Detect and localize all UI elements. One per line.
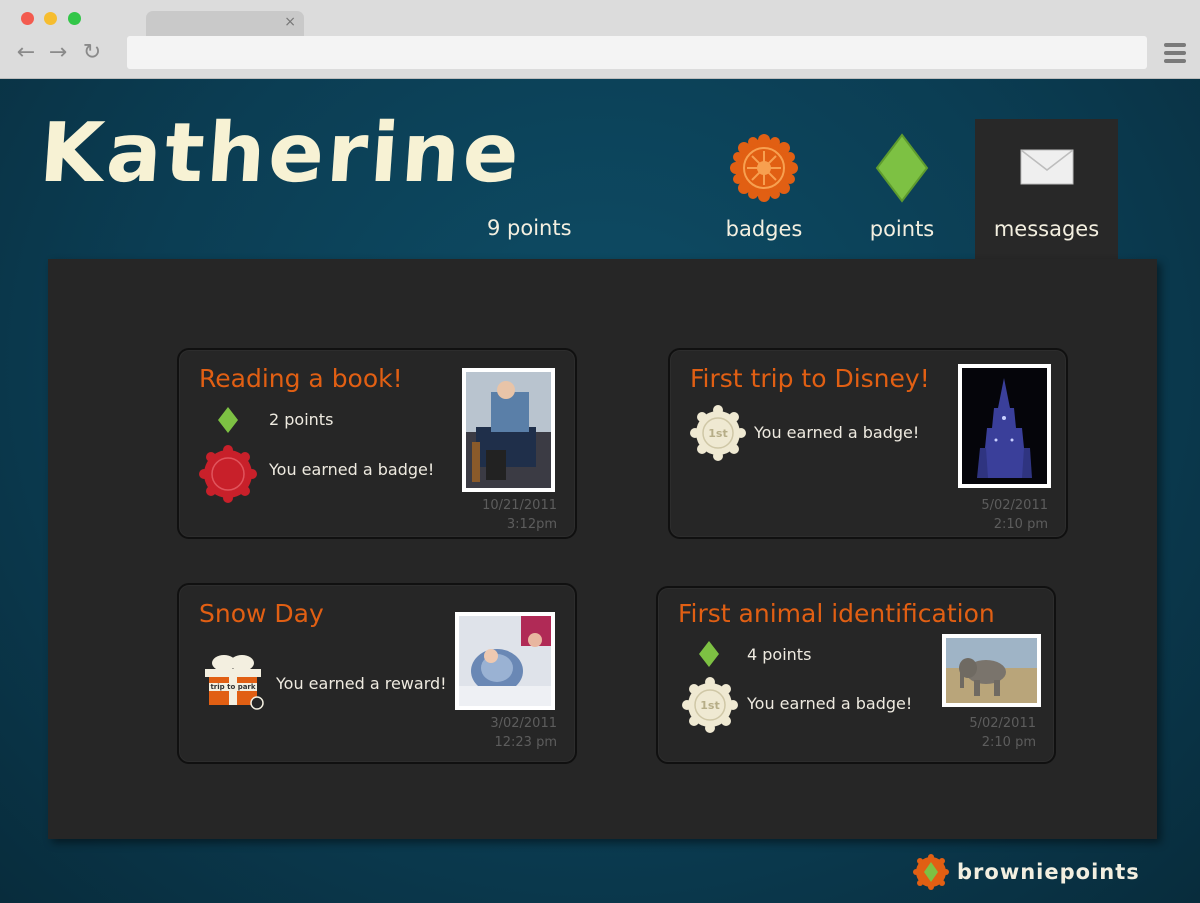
points-text: 4 points xyxy=(747,645,812,664)
nav-points[interactable]: points xyxy=(832,119,972,259)
messages-panel: Reading a book! 2 points You earned a ba… xyxy=(48,259,1157,839)
menu-icon[interactable] xyxy=(1164,43,1186,67)
message-title: Snow Day xyxy=(199,599,324,628)
nav-messages[interactable]: messages xyxy=(975,119,1118,261)
window-minimize-button[interactable] xyxy=(44,12,57,25)
message-time-value: 2:10 pm xyxy=(993,517,1048,532)
page-content: Katherine 9 points badges points message… xyxy=(0,79,1200,903)
address-bar[interactable] xyxy=(127,36,1147,69)
nav-badges-label: badges xyxy=(725,217,803,241)
forward-icon[interactable]: → xyxy=(46,40,70,65)
message-card[interactable]: Snow Day trip to park You earned a rewar… xyxy=(177,583,577,764)
window-maximize-button[interactable] xyxy=(68,12,81,25)
badge-red-icon xyxy=(199,445,257,503)
photo-snow-day xyxy=(459,616,551,706)
brand-logo-icon xyxy=(913,854,949,890)
back-icon[interactable]: ← xyxy=(14,40,38,65)
message-card[interactable]: Reading a book! 2 points You earned a ba… xyxy=(177,348,577,539)
first-badge-icon: 1st xyxy=(690,405,746,461)
badge-text: You earned a badge! xyxy=(747,694,913,713)
window-close-button[interactable] xyxy=(21,12,34,25)
message-card[interactable]: First animal identification 4 points 1st… xyxy=(656,586,1056,764)
brand-name: browniepoints xyxy=(957,860,1140,884)
nav-badges[interactable]: badges xyxy=(694,119,834,259)
badge-text: You earned a badge! xyxy=(269,460,435,479)
points-text: 2 points xyxy=(269,410,334,429)
message-date-value: 5/02/2011 xyxy=(981,498,1048,513)
message-card[interactable]: First trip to Disney! 1st You earned a b… xyxy=(668,348,1068,539)
badge-text: You earned a badge! xyxy=(754,423,920,442)
message-title: First trip to Disney! xyxy=(690,364,930,393)
message-date-value: 3/02/2011 xyxy=(490,716,557,731)
brand-logo[interactable]: browniepoints xyxy=(913,854,1183,890)
user-name-title: Katherine xyxy=(36,106,525,201)
browser-tab[interactable]: × xyxy=(146,11,304,36)
message-title: Reading a book! xyxy=(199,364,403,393)
points-diamond-icon xyxy=(218,407,238,433)
nav-points-label: points xyxy=(869,217,935,241)
close-icon[interactable]: × xyxy=(284,14,296,30)
points-diamond-icon xyxy=(699,641,719,667)
gift-graphic xyxy=(205,655,264,710)
message-time-value: 2:10 pm xyxy=(981,735,1036,750)
svg-text:1st: 1st xyxy=(708,427,727,440)
gift-icon: trip to park xyxy=(201,647,267,713)
message-time-value: 3:12pm xyxy=(506,517,557,532)
svg-text:1st: 1st xyxy=(700,699,719,712)
message-time-value: 12:23 pm xyxy=(494,735,557,750)
reload-icon[interactable]: ↻ xyxy=(80,40,104,65)
reward-tag: trip to park xyxy=(210,683,256,691)
reward-text: You earned a reward! xyxy=(276,674,447,693)
message-date: 3/02/2011 12:23 pm xyxy=(490,714,557,752)
message-title: First animal identification xyxy=(678,599,995,628)
message-photo[interactable] xyxy=(462,368,555,492)
first-badge-icon: 1st xyxy=(682,677,738,733)
message-date: 5/02/2011 2:10 pm xyxy=(969,714,1036,752)
message-photo[interactable] xyxy=(958,364,1051,488)
points-diamond-icon xyxy=(875,133,929,203)
message-photo[interactable] xyxy=(455,612,555,710)
points-total: 9 points xyxy=(487,216,572,240)
browser-chrome: × ← → ↻ xyxy=(0,0,1200,79)
message-date-value: 5/02/2011 xyxy=(969,716,1036,731)
photo-castle-night xyxy=(962,368,1047,484)
message-date: 10/21/2011 3:12pm xyxy=(482,496,557,534)
message-date-value: 10/21/2011 xyxy=(482,498,557,513)
nav-messages-label: messages xyxy=(993,217,1100,241)
photo-reading-child xyxy=(466,372,551,488)
photo-elephant xyxy=(946,638,1037,703)
badge-sunburst-icon xyxy=(730,134,798,202)
message-date: 5/02/2011 2:10 pm xyxy=(981,496,1048,534)
message-photo[interactable] xyxy=(942,634,1041,707)
envelope-icon xyxy=(1020,149,1073,185)
